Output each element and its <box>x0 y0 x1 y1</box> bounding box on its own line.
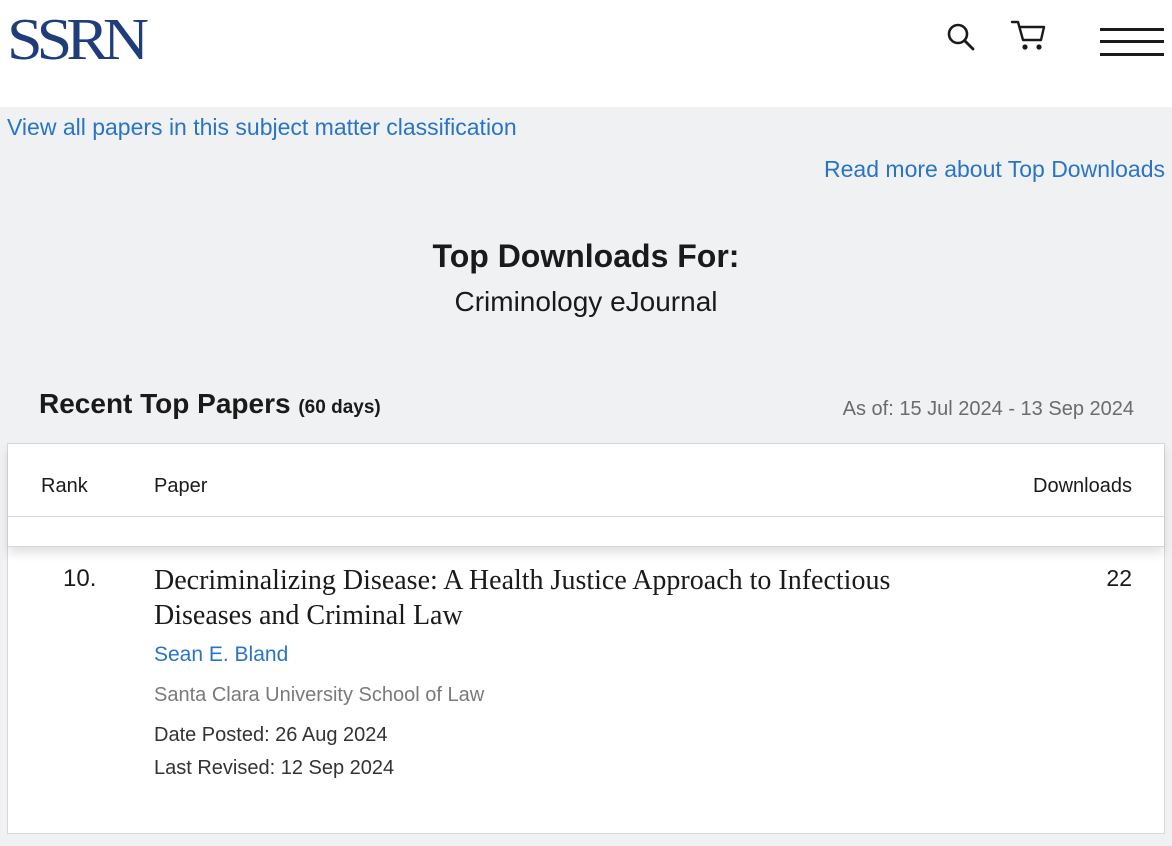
cart-icon[interactable] <box>1010 18 1048 54</box>
page-title-block: Top Downloads For: Criminology eJournal <box>0 236 1172 322</box>
paper-last-revised: Last Revised: 12 Sep 2024 <box>154 757 395 779</box>
as-of-range: 15 Jul 2024 - 13 Sep 2024 <box>899 398 1134 420</box>
journal-name: Criminology eJournal <box>454 286 718 317</box>
header-divider <box>8 516 1164 517</box>
page-title: Top Downloads For: <box>432 238 740 274</box>
column-header-rank: Rank <box>41 475 88 497</box>
as-of-label: As of: <box>842 398 894 420</box>
paper-date-posted: Date Posted: 26 Aug 2024 <box>154 724 388 746</box>
paper-download-count: 22 <box>1106 565 1132 591</box>
view-all-papers-link[interactable]: View all papers in this subject matter c… <box>7 114 517 141</box>
recent-period: (60 days) <box>298 397 381 418</box>
top-papers-table: Rank Paper Downloads 10. Decriminalizing… <box>7 443 1165 834</box>
search-icon[interactable] <box>945 21 977 53</box>
as-of-date-range: As of: 15 Jul 2024 - 13 Sep 2024 <box>843 398 1134 421</box>
recent-heading-text: Recent Top Papers <box>39 388 291 419</box>
column-header-downloads: Downloads <box>1033 475 1132 497</box>
paper-affiliation: Santa Clara University School of Law <box>154 684 485 706</box>
recent-top-papers-heading: Recent Top Papers (60 days) <box>39 388 381 420</box>
site-header: SSRN <box>0 0 1172 107</box>
ssrn-logo[interactable]: SSRN <box>7 10 149 69</box>
hamburger-menu-icon[interactable] <box>1100 26 1164 58</box>
paper-title-link[interactable]: Decriminalizing Disease: A Health Justic… <box>154 563 994 633</box>
paper-rank: 10. <box>63 565 97 592</box>
column-header-paper: Paper <box>154 475 208 497</box>
table-header: Rank Paper Downloads <box>8 444 1164 547</box>
read-more-top-downloads-link[interactable]: Read more about Top Downloads <box>824 156 1165 183</box>
paper-author-link[interactable]: Sean E. Bland <box>154 643 288 667</box>
